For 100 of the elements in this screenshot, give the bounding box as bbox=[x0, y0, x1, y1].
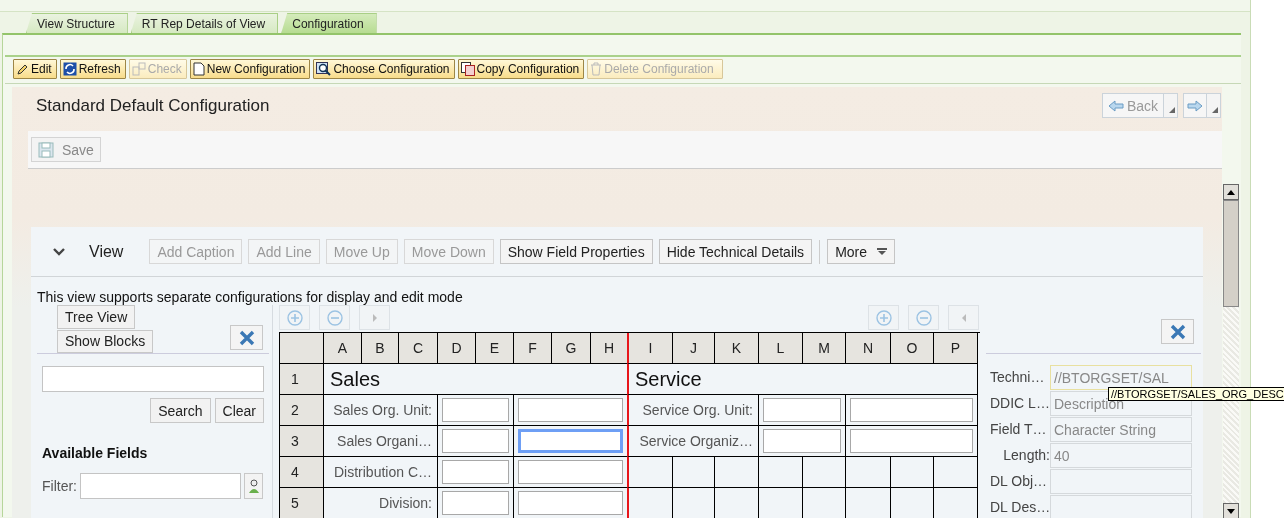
input-field[interactable] bbox=[518, 429, 623, 453]
field-label: Service Organiz… bbox=[627, 426, 759, 457]
grid-cell[interactable] bbox=[715, 457, 759, 488]
property-label: DDIC L… bbox=[989, 394, 1050, 413]
grid-cell[interactable] bbox=[627, 457, 673, 488]
input-field[interactable] bbox=[518, 460, 623, 484]
input-field[interactable] bbox=[442, 460, 509, 484]
field-label: Service Org. Unit: bbox=[627, 395, 759, 426]
info-text: This view supports separate configurations for display and edit mode bbox=[36, 288, 464, 305]
column-header: M bbox=[803, 333, 846, 364]
column-header: N bbox=[846, 333, 891, 364]
person-icon bbox=[248, 479, 259, 493]
input-field[interactable] bbox=[442, 429, 509, 453]
column-header: E bbox=[476, 333, 514, 364]
minus-circle-icon bbox=[915, 309, 932, 326]
property-value: 40 bbox=[1050, 443, 1192, 468]
column-header: B bbox=[362, 333, 399, 364]
toolbar-button[interactable]: Edit bbox=[13, 59, 57, 79]
input-field[interactable] bbox=[518, 398, 623, 422]
menu-caret-icon bbox=[877, 248, 888, 255]
close-button[interactable] bbox=[1161, 319, 1194, 344]
toolbar-button[interactable]: Show Field Properties bbox=[499, 239, 653, 264]
property-label: DL Des… bbox=[989, 498, 1050, 517]
trash-icon bbox=[590, 62, 603, 76]
column-header: K bbox=[715, 333, 759, 364]
input-field[interactable] bbox=[850, 398, 973, 422]
property-value: Character String bbox=[1050, 417, 1192, 442]
input-field[interactable] bbox=[518, 491, 623, 515]
grid-cell[interactable] bbox=[846, 457, 891, 488]
search-panel-button[interactable]: Clear bbox=[214, 398, 264, 423]
column-header: C bbox=[399, 333, 438, 364]
plus-circle-icon bbox=[875, 309, 892, 326]
left-triangle-icon bbox=[960, 313, 967, 322]
row-header: 3 bbox=[280, 426, 324, 457]
grid-cell[interactable] bbox=[891, 457, 934, 488]
refresh-icon bbox=[62, 62, 77, 76]
search-field[interactable] bbox=[42, 366, 264, 392]
section-heading: Sales bbox=[324, 364, 628, 395]
search-panel-button[interactable]: Search bbox=[150, 398, 211, 423]
column-header: A bbox=[324, 333, 362, 364]
right-arrow-icon bbox=[1187, 99, 1203, 112]
field-label: Division: bbox=[324, 488, 438, 518]
close-icon bbox=[238, 329, 255, 346]
row-header: 5 bbox=[280, 488, 324, 518]
column-header: L bbox=[759, 333, 803, 364]
input-field[interactable] bbox=[850, 429, 973, 453]
input-field[interactable] bbox=[442, 398, 509, 422]
column-header: J bbox=[673, 333, 715, 364]
view-mode-button[interactable]: Tree View bbox=[57, 305, 136, 329]
section-heading: Service bbox=[627, 364, 978, 395]
field-label: Sales Organi… bbox=[324, 426, 438, 457]
toolbar-button[interactable]: Hide Technical Details bbox=[658, 239, 813, 264]
pencil-icon bbox=[16, 62, 29, 76]
toolbar-button[interactable]: New Configuration bbox=[189, 59, 311, 79]
minus-circle-icon bbox=[326, 309, 343, 326]
toolbar-button[interactable]: Refresh bbox=[59, 59, 126, 79]
close-button[interactable] bbox=[230, 325, 263, 350]
tooltip: //BTORGSET/SALES_ORG_DESC bbox=[1108, 387, 1284, 401]
property-label: DL Obj… bbox=[989, 472, 1049, 491]
up-triangle-icon[interactable] bbox=[1227, 189, 1235, 195]
field-label: Distribution C… bbox=[324, 457, 438, 488]
down-triangle-icon[interactable] bbox=[1227, 508, 1235, 514]
collapse-button[interactable] bbox=[51, 246, 67, 257]
tab[interactable]: View Structure bbox=[26, 13, 128, 33]
row-header: 4 bbox=[280, 457, 324, 488]
input-field[interactable] bbox=[763, 429, 841, 453]
view-title: View bbox=[89, 242, 124, 261]
input-field[interactable] bbox=[763, 398, 841, 422]
corner-caret-icon bbox=[1212, 107, 1218, 113]
column-header: P bbox=[934, 333, 978, 364]
corner-caret-icon bbox=[1169, 107, 1175, 113]
toolbar-button[interactable]: Choose Configuration bbox=[313, 59, 455, 79]
grid-cell[interactable] bbox=[673, 457, 715, 488]
left-arrow-icon bbox=[1107, 99, 1124, 112]
grid-cell[interactable] bbox=[759, 457, 803, 488]
column-header: F bbox=[514, 333, 552, 364]
tab[interactable]: RT Rep Details of View bbox=[130, 13, 279, 33]
section-heading: Available Fields bbox=[42, 445, 149, 461]
person-filter-button[interactable] bbox=[244, 473, 263, 499]
view-mode-button[interactable]: Show Blocks bbox=[57, 329, 154, 353]
page-title: Standard Default Configuration bbox=[36, 96, 270, 117]
row-header: 1 bbox=[280, 364, 324, 395]
dropdown-button[interactable] bbox=[1164, 93, 1178, 118]
toolbar-button[interactable]: Copy Configuration bbox=[457, 59, 585, 79]
tab[interactable]: Configuration bbox=[281, 13, 377, 33]
row-header: 2 bbox=[280, 395, 324, 426]
plus-circle-icon bbox=[286, 309, 303, 326]
dropdown-button[interactable] bbox=[1207, 93, 1221, 118]
grid-cell[interactable] bbox=[803, 457, 846, 488]
input-field[interactable] bbox=[442, 491, 509, 515]
property-label: Field T… bbox=[989, 420, 1048, 439]
column-header: O bbox=[891, 333, 934, 364]
filter-field[interactable] bbox=[80, 473, 241, 499]
column-header: H bbox=[591, 333, 628, 364]
grid-cell[interactable] bbox=[627, 488, 673, 518]
grid-cell[interactable] bbox=[934, 457, 978, 488]
right-triangle-icon bbox=[371, 313, 378, 322]
document-icon bbox=[192, 62, 205, 76]
more-button[interactable]: More bbox=[827, 239, 896, 264]
magnifier-icon bbox=[316, 62, 332, 76]
